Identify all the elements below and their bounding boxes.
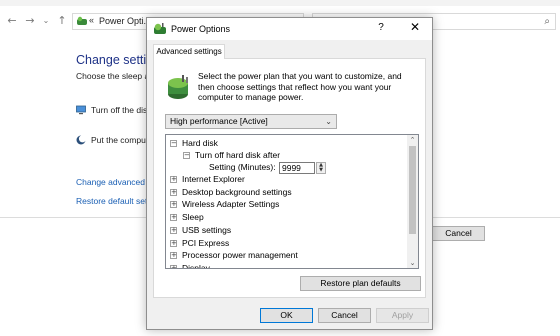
up-icon[interactable]: ↑ — [56, 14, 68, 28]
help-button[interactable]: ? — [373, 22, 389, 33]
cancel-button[interactable]: Cancel — [318, 308, 371, 323]
search-icon: ⌕ — [544, 16, 550, 27]
page-subtitle: Choose the sleep ar — [76, 71, 153, 81]
power-options-icon — [154, 23, 166, 34]
collapse-icon[interactable]: − — [183, 152, 190, 159]
expand-icon[interactable]: + — [170, 239, 177, 247]
power-options-icon — [77, 16, 87, 25]
close-icon[interactable]: ✕ — [405, 20, 425, 34]
power-plan-value: High performance [Active] — [170, 116, 268, 126]
tree-item-label: Desktop background settings — [182, 186, 292, 197]
display-setting-row: Turn off the dis — [76, 105, 147, 115]
collapse-icon[interactable]: − — [170, 140, 177, 147]
dialog-titlebar[interactable]: Power Options ? ✕ — [147, 18, 432, 40]
tree-scrollbar[interactable]: ⌃ ⌄ — [407, 135, 418, 268]
display-icon — [76, 105, 86, 115]
tree-item-label: Processor power management — [182, 250, 298, 261]
tree-item-label: Sleep — [182, 212, 204, 223]
change-advanced-link[interactable]: Change advanced p — [76, 177, 152, 187]
moon-icon — [76, 135, 86, 145]
expand-icon[interactable]: + — [170, 214, 177, 222]
display-setting-label: Turn off the dis — [91, 105, 148, 115]
settings-tree: − Hard disk − Turn off hard disk after S… — [165, 134, 419, 269]
recent-locations-icon[interactable]: ⌄ — [40, 14, 52, 28]
power-plan-select[interactable]: High performance [Active] ⌄ — [165, 114, 337, 129]
scroll-up-icon[interactable]: ⌃ — [407, 135, 418, 145]
tree-item-label: Display — [182, 262, 210, 269]
setting-minutes-label: Setting (Minutes): — [209, 162, 276, 172]
tab-advanced-settings[interactable]: Advanced settings — [153, 44, 225, 59]
scroll-down-icon[interactable]: ⌄ — [407, 258, 418, 268]
expand-icon[interactable]: + — [170, 264, 177, 268]
expand-icon[interactable]: + — [170, 252, 177, 260]
scroll-thumb[interactable] — [409, 146, 416, 234]
intro-text: Select the power plan that you want to c… — [198, 71, 402, 102]
restore-defaults-link[interactable]: Restore default setti — [76, 196, 152, 206]
breadcrumb-separator: « — [89, 15, 95, 25]
expand-icon[interactable]: + — [170, 226, 177, 234]
sleep-setting-label: Put the compu — [91, 135, 146, 145]
power-plan-icon — [168, 75, 188, 99]
tree-item-label: Internet Explorer — [182, 174, 245, 184]
tree-item-label: Hard disk — [182, 138, 218, 148]
expand-icon[interactable]: + — [170, 176, 177, 183]
power-options-dialog: Power Options ? ✕ Advanced settings Sele… — [146, 17, 433, 330]
expand-icon[interactable]: + — [170, 188, 177, 196]
tree-item-label: USB settings — [182, 224, 232, 235]
dialog-title: Power Options — [171, 24, 231, 34]
apply-button[interactable]: Apply — [376, 308, 429, 323]
forward-icon[interactable]: → — [24, 14, 36, 28]
minutes-input[interactable]: 9999 — [279, 162, 315, 174]
sleep-setting-row: Put the compu — [76, 135, 146, 145]
expand-icon[interactable]: + — [170, 201, 177, 209]
spin-down-icon[interactable]: ▼ — [317, 168, 325, 173]
ok-button[interactable]: OK — [260, 308, 313, 323]
tree-item-label: Wireless Adapter Settings — [182, 199, 280, 210]
chevron-down-icon: ⌄ — [325, 117, 332, 126]
tree-item-label: Turn off hard disk after — [195, 150, 281, 160]
minutes-spinner[interactable]: ▲ ▼ — [316, 162, 326, 174]
tree-item-label: PCI Express — [182, 237, 230, 248]
breadcrumb[interactable]: Power Opti... — [99, 16, 151, 26]
restore-plan-defaults-button[interactable]: Restore plan defaults — [300, 276, 421, 291]
advanced-settings-panel: Select the power plan that you want to c… — [153, 58, 426, 298]
back-icon[interactable]: ← — [6, 14, 18, 28]
background-cancel-button[interactable]: Cancel — [432, 226, 485, 241]
